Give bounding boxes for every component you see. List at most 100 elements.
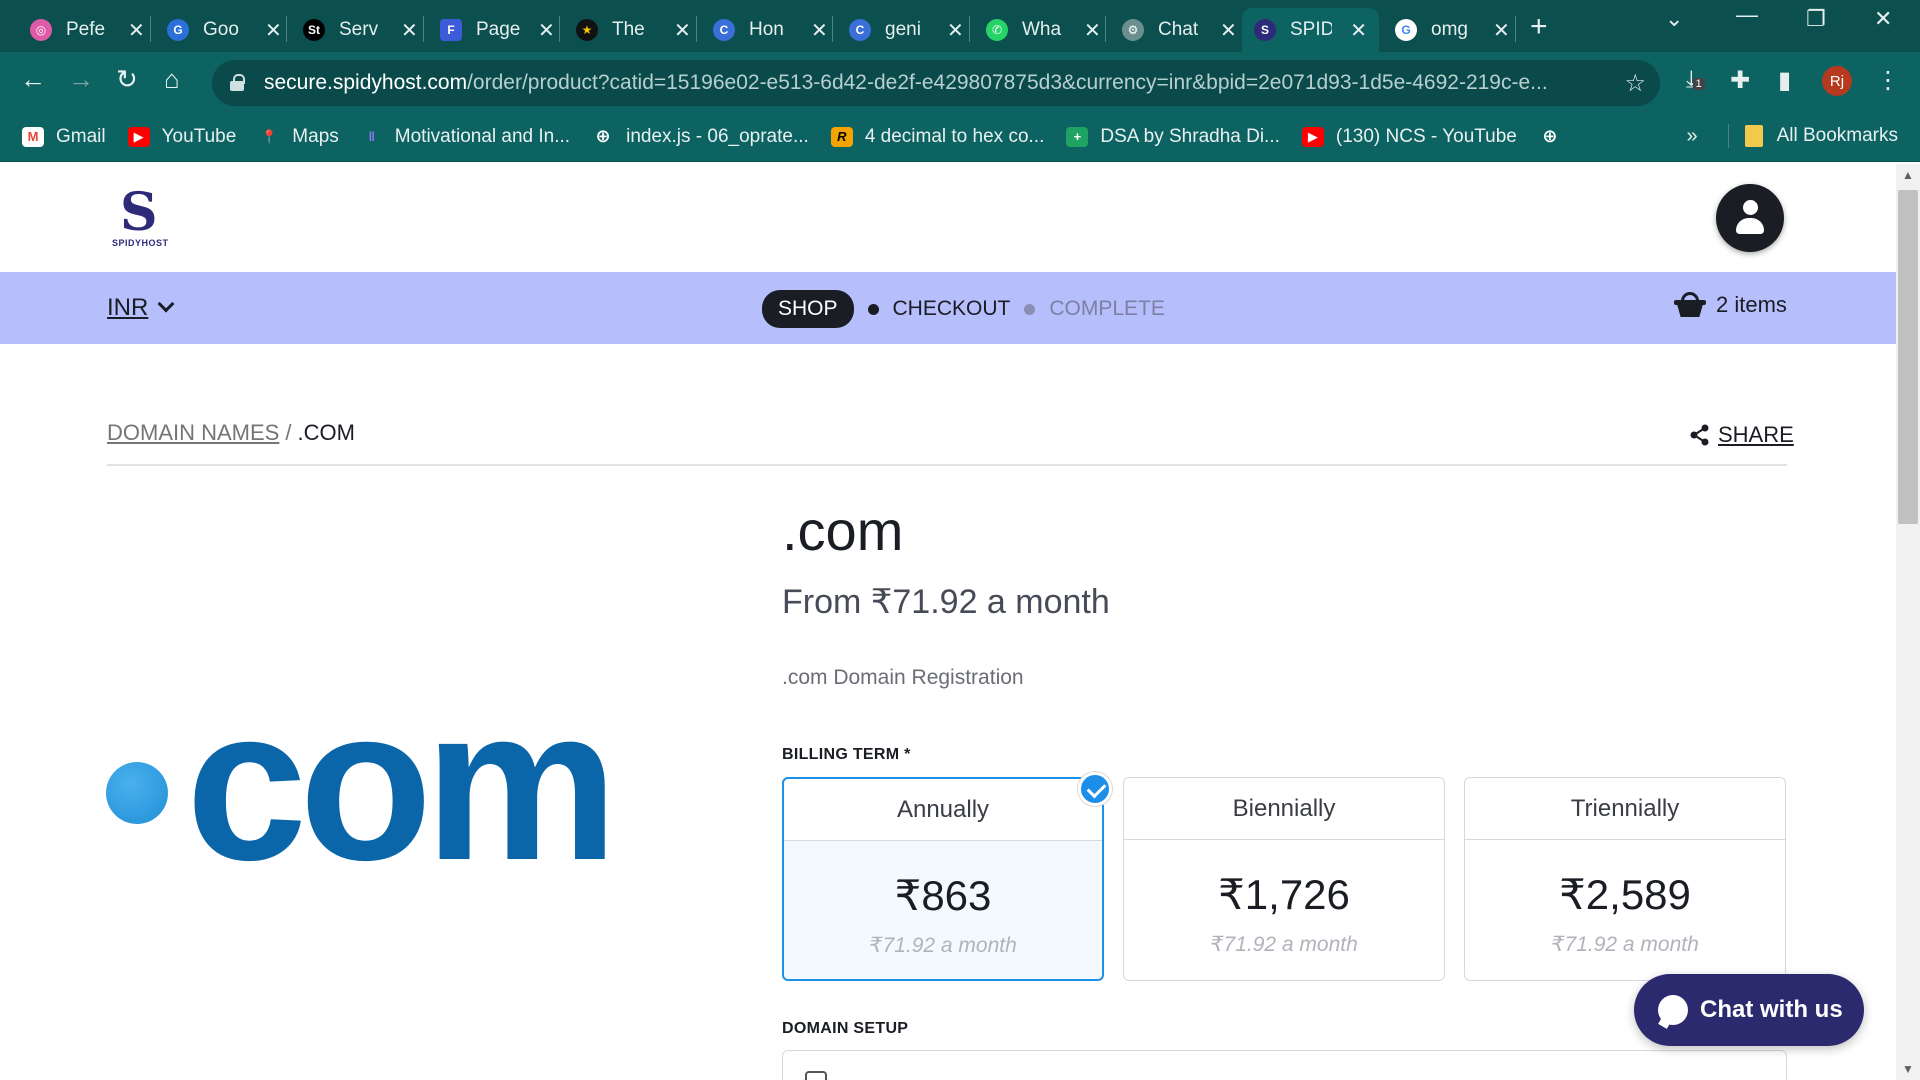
- breadcrumb-separator: /: [285, 420, 292, 445]
- bookmark-decimal-hex[interactable]: R 4 decimal to hex co...: [830, 125, 1045, 148]
- tab-title: Wha: [1022, 19, 1062, 40]
- tab-divider: [286, 16, 287, 42]
- logo-text: SPIDYHOST: [112, 238, 169, 248]
- share-icon: [1690, 424, 1709, 446]
- term-monthly: ₹71.92 a month: [1551, 933, 1699, 956]
- chat-with-us-button[interactable]: Chat with us: [1634, 974, 1864, 1046]
- close-tab-icon[interactable]: ✕: [1084, 18, 1101, 43]
- profile-avatar[interactable]: Rj: [1822, 66, 1852, 96]
- logo-mark-icon: S: [120, 182, 158, 243]
- tab-title: SPID: [1290, 19, 1333, 40]
- close-tab-icon[interactable]: ✕: [811, 18, 828, 43]
- domain-setup-option[interactable]: [782, 1050, 1787, 1080]
- youtube-icon: ▶: [127, 126, 150, 147]
- close-tab-icon[interactable]: ✕: [1350, 18, 1367, 43]
- currency-selector[interactable]: INR: [107, 294, 175, 322]
- billing-option-triennially[interactable]: Triennially ₹2,589 ₹71.92 a month: [1464, 777, 1786, 981]
- close-window-icon[interactable]: ✕: [1874, 6, 1892, 32]
- browser-tab[interactable]: F Page ✕: [428, 8, 567, 52]
- site-logo[interactable]: S SPIDYHOST: [110, 182, 176, 252]
- close-tab-icon[interactable]: ✕: [1493, 18, 1510, 43]
- step-dot: [1024, 303, 1036, 315]
- bookmark-label: DSA by Shradha Di...: [1100, 125, 1280, 147]
- forward-icon[interactable]: →: [68, 64, 94, 95]
- address-bar[interactable]: secure.spidyhost.com/order/product?catid…: [212, 60, 1920, 343]
- back-icon[interactable]: ←: [20, 64, 46, 95]
- url-path: /order/product?catid=15196e02-e513-6d42-…: [467, 71, 1548, 94]
- bookmark-favicon-icon: R: [830, 126, 853, 147]
- breadcrumb-domain-names[interactable]: DOMAIN NAMES: [107, 420, 279, 445]
- step-shop[interactable]: SHOP: [762, 290, 854, 328]
- bookmark-motivational[interactable]: ‖ Motivational and In...: [361, 125, 571, 148]
- bookmark-label: 4 decimal to hex co...: [864, 125, 1045, 147]
- dot-com-logo: com: [106, 663, 706, 906]
- billing-option-annually[interactable]: Annually ₹863 ₹71.92 a month: [782, 777, 1104, 981]
- share-button[interactable]: SHARE: [1690, 422, 1794, 448]
- bookmark-label: Maps: [292, 125, 339, 147]
- bookmark-youtube[interactable]: ▶ YouTube: [127, 126, 236, 148]
- close-tab-icon[interactable]: ✕: [538, 18, 555, 43]
- bookmark-globe[interactable]: ⊕: [1539, 126, 1573, 147]
- browser-tab-active[interactable]: S SPID ✕: [1242, 8, 1379, 52]
- browser-tab[interactable]: St Serv ✕: [291, 8, 430, 52]
- bookmark-gmail[interactable]: M Gmail: [22, 126, 106, 148]
- account-button[interactable]: [1716, 184, 1784, 252]
- tab-strip: ◎ Pefe ✕ G Goo ✕ St Serv ✕ F Page ✕ ★ Th…: [0, 0, 1920, 52]
- bookmark-ncs-youtube[interactable]: ▶ (130) NCS - YouTube: [1301, 125, 1517, 148]
- browser-tab[interactable]: ★ The ✕: [564, 8, 703, 52]
- bookmark-label: (130) NCS - YouTube: [1335, 125, 1517, 147]
- browser-tab[interactable]: G Goo ✕: [155, 8, 294, 52]
- step-dot: [867, 303, 879, 315]
- scrollbar-thumb[interactable]: [1898, 190, 1918, 524]
- minimize-icon[interactable]: —: [1736, 2, 1758, 28]
- term-monthly: ₹71.92 a month: [1210, 933, 1358, 956]
- bookmark-label: Gmail: [56, 125, 106, 147]
- tab-search-chevron-icon[interactable]: ⌄: [1665, 6, 1683, 32]
- browser-tab[interactable]: ⚙ Chat ✕: [1110, 8, 1249, 52]
- bookmark-label: Motivational and In...: [394, 125, 571, 147]
- divider: [107, 464, 1787, 466]
- tab-title: Pefe: [66, 19, 106, 40]
- restore-icon[interactable]: ❐: [1806, 6, 1826, 32]
- all-bookmarks[interactable]: All Bookmarks: [1777, 125, 1898, 147]
- reload-icon[interactable]: ↻: [116, 64, 138, 95]
- new-tab-icon[interactable]: +: [1530, 10, 1548, 44]
- browser-tab[interactable]: ◎ Pefe ✕: [18, 8, 157, 52]
- tab-favicon-icon: S: [1254, 19, 1276, 41]
- selected-check-icon: [1078, 772, 1112, 806]
- browser-tab[interactable]: C Hon ✕: [701, 8, 840, 52]
- term-price: ₹2,589: [1559, 871, 1691, 918]
- browser-tab[interactable]: ✆ Wha ✕: [974, 8, 1113, 52]
- close-tab-icon[interactable]: ✕: [947, 18, 964, 43]
- product-title: .com: [782, 499, 904, 562]
- bookmarks-overflow-icon[interactable]: »: [1686, 125, 1697, 148]
- side-panel-icon[interactable]: ▮: [1778, 66, 1791, 95]
- close-tab-icon[interactable]: ✕: [674, 18, 691, 43]
- scroll-up-arrow-icon[interactable]: ▲: [1902, 168, 1914, 182]
- close-tab-icon[interactable]: ✕: [128, 18, 145, 43]
- browser-tab[interactable]: G omg ✕: [1383, 8, 1522, 52]
- billing-option-biennially[interactable]: Biennially ₹1,726 ₹71.92 a month: [1123, 777, 1445, 981]
- domain-setup-checkbox[interactable]: [805, 1071, 827, 1080]
- scroll-down-arrow-icon[interactable]: ▼: [1902, 1062, 1914, 1076]
- browser-tab[interactable]: C geni ✕: [837, 8, 976, 52]
- close-tab-icon[interactable]: ✕: [401, 18, 418, 43]
- bookmark-star-icon[interactable]: ☆: [1624, 69, 1646, 98]
- tab-favicon-icon: C: [713, 19, 735, 41]
- gmail-icon: M: [22, 126, 44, 147]
- bookmark-maps[interactable]: 📍 Maps: [258, 125, 339, 148]
- bookmarks-bar: M Gmail ▶ YouTube 📍 Maps ‖ Motivational and …: [0, 112, 1920, 162]
- close-tab-icon[interactable]: ✕: [1220, 18, 1237, 43]
- close-tab-icon[interactable]: ✕: [265, 18, 282, 43]
- bookmark-indexjs[interactable]: ⊕ index.js - 06_oprate...: [592, 126, 809, 148]
- download-icon[interactable]: ⤓1: [1686, 66, 1705, 94]
- bookmark-label: index.js - 06_oprate...: [626, 125, 809, 147]
- extensions-icon[interactable]: ✚: [1730, 66, 1750, 95]
- tab-divider: [1515, 16, 1516, 42]
- tab-divider: [832, 16, 833, 42]
- bookmark-dsa[interactable]: + DSA by Shradha Di...: [1066, 126, 1280, 148]
- tab-title: Hon: [749, 19, 784, 40]
- home-icon[interactable]: ⌂: [164, 64, 180, 95]
- cart-button[interactable]: 2 items: [1674, 292, 1787, 318]
- menu-kebab-icon[interactable]: ⋮: [1876, 66, 1900, 95]
